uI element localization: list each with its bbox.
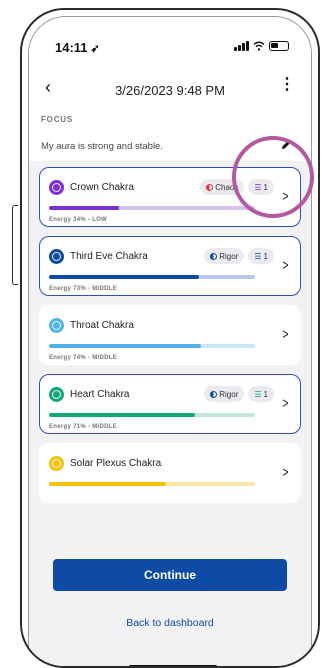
energy-bar: [49, 482, 255, 486]
mode-chip-label: Chaos: [215, 182, 239, 192]
chevron-right-icon[interactable]: >: [283, 464, 289, 481]
chakra-symbol-icon: [49, 387, 64, 402]
chevron-right-icon[interactable]: >: [283, 395, 289, 412]
energy-bar: [49, 413, 255, 417]
status-icons: [234, 41, 289, 51]
back-to-dashboard-link[interactable]: Back to dashboard: [29, 617, 311, 629]
signal-icon: [234, 41, 249, 51]
chakra-card[interactable]: Third Eve Chakra Rigor ☰ 1 > Energy 73% - MID…: [39, 236, 301, 296]
energy-bar-fill: [49, 413, 196, 417]
count-chip[interactable]: ☰ 1: [248, 248, 274, 264]
chakra-name: Third Eve Chakra: [70, 251, 148, 262]
mode-chip[interactable]: Chaos: [200, 179, 245, 195]
focus-label: FOCUS: [41, 115, 73, 124]
energy-bar-fill: [49, 275, 200, 279]
mode-chip[interactable]: Rigor: [204, 386, 245, 402]
battery-icon: [269, 41, 289, 51]
half-circle-icon: [210, 390, 218, 398]
chakra-card[interactable]: Crown Chakra Chaos ☰ 1 > Energy 34% - LOW: [39, 167, 301, 227]
more-menu-icon[interactable]: ⋮: [279, 77, 295, 93]
energy-bar-fill: [49, 482, 167, 486]
mode-chip-label: Rigor: [219, 389, 239, 399]
chakra-card-list: Crown Chakra Chaos ☰ 1 > Energy 34% - LOW Thir…: [39, 167, 301, 512]
chakra-symbol-icon: [49, 456, 64, 471]
count-chip-label: 1: [263, 389, 268, 399]
energy-label: Energy 34% - LOW: [49, 217, 108, 223]
half-circle-icon: [206, 183, 214, 191]
chakra-card[interactable]: Solar Plexus Chakra >: [39, 443, 301, 503]
chakra-name: Heart Chakra: [70, 389, 130, 400]
chevron-right-icon[interactable]: >: [283, 257, 289, 274]
status-time-text: 14:11: [55, 40, 88, 55]
page-title: 3/26/2023 9:48 PM: [115, 83, 225, 98]
list-icon: ☰: [254, 182, 262, 192]
phone-frame: 14:11 ➶ ‹ 3/26/2023 9:48 PM ⋮ FOCUS My a…: [20, 8, 320, 668]
list-icon: ☰: [254, 251, 262, 261]
chakra-chip-group: Rigor ☰ 1: [204, 386, 274, 402]
status-time: 14:11 ➶: [55, 40, 100, 55]
energy-label: Energy 73% - MIDDLE: [49, 286, 118, 292]
energy-label: Energy 74% - MIDDLE: [49, 355, 118, 361]
energy-bar-fill: [49, 206, 120, 210]
continue-button[interactable]: Continue: [53, 559, 287, 591]
phone-side-button: [12, 205, 18, 285]
energy-label: Energy 71% - MIDDLE: [49, 424, 118, 430]
chakra-chip-group: Rigor ☰ 1: [204, 248, 274, 264]
count-chip-label: 1: [263, 251, 268, 261]
chakra-symbol-icon: [49, 318, 64, 333]
chakra-card[interactable]: Throat Chakra > Energy 74% - MIDDLE: [39, 305, 301, 365]
app-header: ‹ 3/26/2023 9:48 PM ⋮: [29, 61, 311, 113]
chakra-symbol-icon: [49, 249, 64, 264]
chevron-right-icon[interactable]: >: [283, 188, 289, 205]
edit-pencil-icon[interactable]: [281, 138, 293, 150]
chakra-name: Solar Plexus Chakra: [70, 458, 162, 469]
location-arrow-icon: ➶: [90, 43, 100, 55]
half-circle-icon: [210, 252, 218, 260]
chakra-card[interactable]: Heart Chakra Rigor ☰ 1 > Energy 71% - MIDDLE: [39, 374, 301, 434]
mode-chip[interactable]: Rigor: [204, 248, 245, 264]
chevron-right-icon[interactable]: >: [283, 326, 289, 343]
energy-bar-fill: [49, 344, 202, 348]
energy-bar: [49, 275, 255, 279]
energy-bar: [49, 344, 255, 348]
status-bar: 14:11 ➶: [29, 17, 311, 61]
mode-chip-label: Rigor: [219, 251, 239, 261]
chakra-chip-group: Chaos ☰ 1: [200, 179, 274, 195]
count-chip[interactable]: ☰ 1: [248, 386, 274, 402]
energy-bar: [49, 206, 255, 210]
chakra-name: Throat Chakra: [70, 320, 134, 331]
focus-text: My aura is strong and stable.: [41, 141, 163, 152]
count-chip[interactable]: ☰ 1: [248, 179, 274, 195]
list-icon: ☰: [254, 389, 262, 399]
wifi-icon: [253, 41, 265, 51]
chakra-name: Crown Chakra: [70, 182, 134, 193]
count-chip-label: 1: [263, 182, 268, 192]
phone-screen: 14:11 ➶ ‹ 3/26/2023 9:48 PM ⋮ FOCUS My a…: [28, 16, 312, 666]
chakra-symbol-icon: [49, 180, 64, 195]
focus-section: FOCUS My aura is strong and stable.: [29, 113, 311, 161]
